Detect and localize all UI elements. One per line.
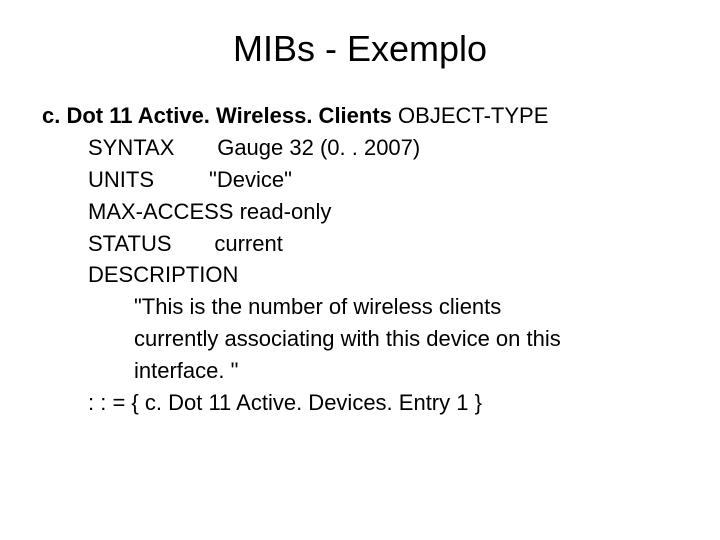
status-line: STATUS current — [88, 228, 680, 260]
units-label: UNITS — [88, 167, 154, 192]
units-line: UNITS "Device" — [88, 164, 680, 196]
max-access-label: MAX-ACCESS — [88, 199, 233, 224]
object-declaration-line: c. Dot 11 Active. Wireless. Clients OBJE… — [42, 100, 680, 132]
description-text-line2: currently associating with this device o… — [134, 323, 680, 355]
max-access-value: read-only — [240, 199, 332, 224]
syntax-value: Gauge 32 (0. . 2007) — [217, 135, 420, 160]
description-text-line1: "This is the number of wireless clients — [134, 291, 680, 323]
max-access-line: MAX-ACCESS read-only — [88, 196, 680, 228]
slide-body: c. Dot 11 Active. Wireless. Clients OBJE… — [0, 100, 720, 419]
object-type-keyword: OBJECT-TYPE — [398, 103, 548, 128]
description-label-line: DESCRIPTION — [88, 259, 680, 291]
slide: MIBs - Exemplo c. Dot 11 Active. Wireles… — [0, 0, 720, 540]
assignment-line: : : = { c. Dot 11 Active. Devices. Entry… — [88, 387, 680, 419]
status-label: STATUS — [88, 231, 172, 256]
units-value: "Device" — [209, 167, 292, 192]
description-label: DESCRIPTION — [88, 262, 238, 287]
syntax-line: SYNTAX Gauge 32 (0. . 2007) — [88, 132, 680, 164]
syntax-label: SYNTAX — [88, 135, 174, 160]
status-value: current — [214, 231, 282, 256]
object-name: c. Dot 11 Active. Wireless. Clients — [42, 103, 392, 128]
description-text-line3: interface. " — [134, 355, 680, 387]
slide-title: MIBs - Exemplo — [0, 0, 720, 100]
